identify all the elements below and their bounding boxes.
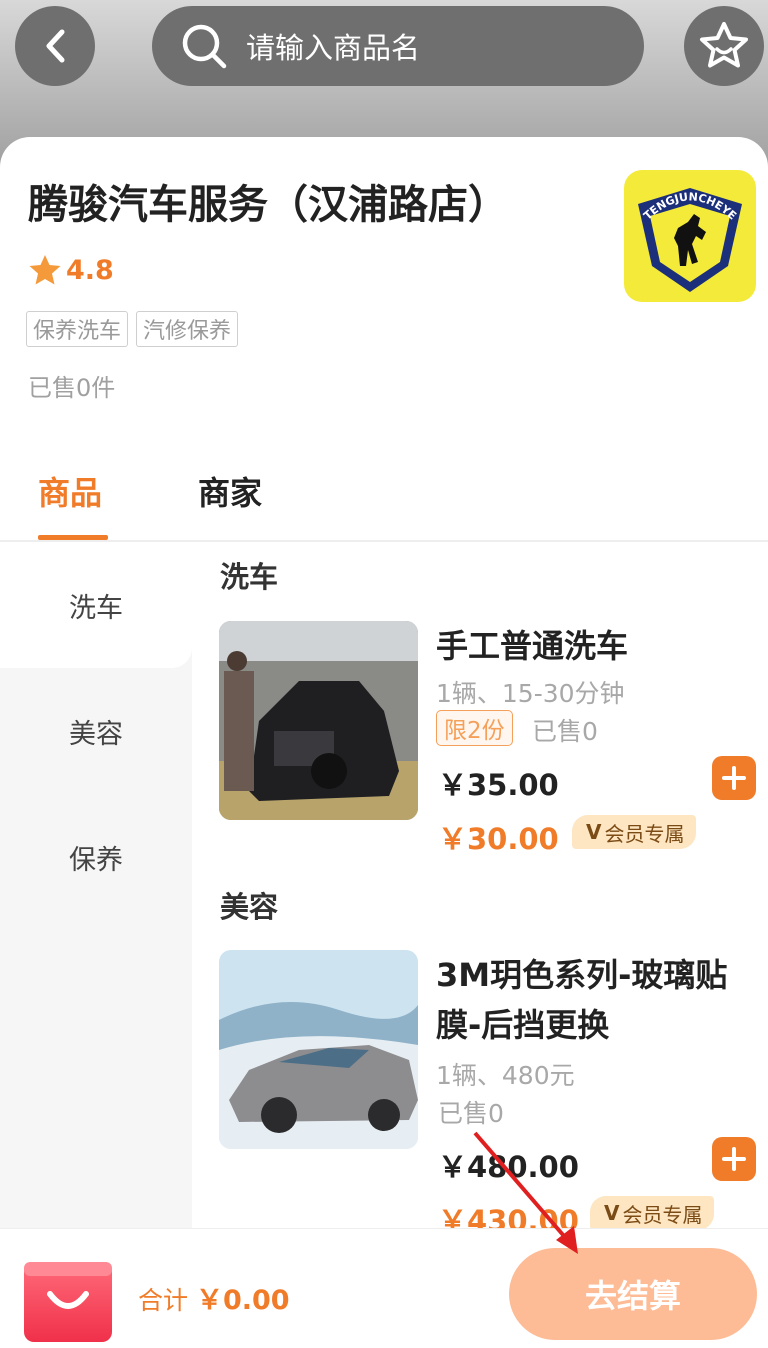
sidebar-item-beauty[interactable]: 美容 <box>0 668 192 794</box>
category-sidebar: 洗车 美容 保养 <box>0 542 192 1228</box>
product-name[interactable]: 手工普通洗车 <box>436 621 628 671</box>
product-image-film[interactable] <box>219 950 418 1149</box>
back-button[interactable] <box>15 6 95 86</box>
annotation-arrow-icon <box>473 1131 578 1254</box>
rating-value: 4.8 <box>66 254 114 286</box>
star-icon <box>29 255 61 285</box>
product-list: 洗车 手工普通洗车 1辆、15-30分钟 限2份 已售0 ￥35.00 ￥30.… <box>192 542 768 1228</box>
section-title-wash: 洗车 <box>220 560 279 594</box>
add-to-cart-button[interactable] <box>712 756 756 800</box>
checkout-button[interactable]: 去结算 <box>509 1248 757 1340</box>
shop-tags: 保养洗车 汽修保养 <box>26 311 239 347</box>
vip-v-icon: V <box>586 820 602 844</box>
tab-shop[interactable]: 商家 <box>198 468 262 514</box>
search-input[interactable]: 请输入商品名 <box>152 6 644 86</box>
shop-tag: 保养洗车 <box>26 311 129 347</box>
vip-label: 会员专属 <box>604 821 685 846</box>
product-name[interactable]: 3M玥色系列-玻璃贴 膜-后挡更换 <box>436 950 727 1050</box>
search-icon <box>182 24 227 69</box>
sidebar-item-wash[interactable]: 洗车 <box>0 542 192 668</box>
cart-button[interactable] <box>22 1256 114 1344</box>
product-sold: 已售0 <box>438 1099 504 1128</box>
plus-icon <box>722 1147 746 1171</box>
product-name-line: 3M玥色系列-玻璃贴 <box>436 956 728 994</box>
tab-goods[interactable]: 商品 <box>38 468 102 514</box>
shop-logo: TENGJUNCHEYE <box>624 170 756 302</box>
shop-sold-count: 已售0件 <box>28 374 116 402</box>
vip-price: ￥30.00 <box>438 822 559 856</box>
vip-badge: V 会员专属 <box>590 1196 715 1228</box>
vip-label: 会员专属 <box>622 1202 703 1227</box>
vip-badge: V 会员专属 <box>572 815 697 849</box>
total-value: ￥0.00 <box>195 1285 290 1316</box>
shopping-bag-icon <box>24 1262 112 1342</box>
sidebar-item-maintenance[interactable]: 保养 <box>0 794 192 920</box>
vip-v-icon: V <box>604 1201 620 1225</box>
total-label: 合计 <box>138 1286 189 1315</box>
plus-icon <box>722 766 746 790</box>
shop-tag: 汽修保养 <box>136 311 239 347</box>
search-placeholder: 请输入商品名 <box>246 31 421 65</box>
limit-badge: 限2份 <box>436 710 513 746</box>
add-to-cart-button[interactable] <box>712 1137 756 1181</box>
product-sold: 已售0 <box>532 717 598 746</box>
product-price: ￥35.00 <box>438 768 559 802</box>
favorite-button[interactable] <box>684 6 764 86</box>
section-title-beauty: 美容 <box>220 890 279 924</box>
shop-name: 腾骏汽车服务（汉浦路店） <box>28 182 508 228</box>
product-desc: 1辆、15-30分钟 <box>436 679 625 708</box>
shop-rating: 4.8 <box>28 254 114 286</box>
product-image-wash[interactable] <box>219 621 418 820</box>
favorite-star-icon <box>700 22 748 68</box>
product-name-line: 膜-后挡更换 <box>436 1006 610 1044</box>
cart-total: 合计 ￥0.00 <box>138 1278 290 1317</box>
product-desc: 1辆、480元 <box>436 1061 575 1090</box>
back-icon <box>46 29 65 63</box>
